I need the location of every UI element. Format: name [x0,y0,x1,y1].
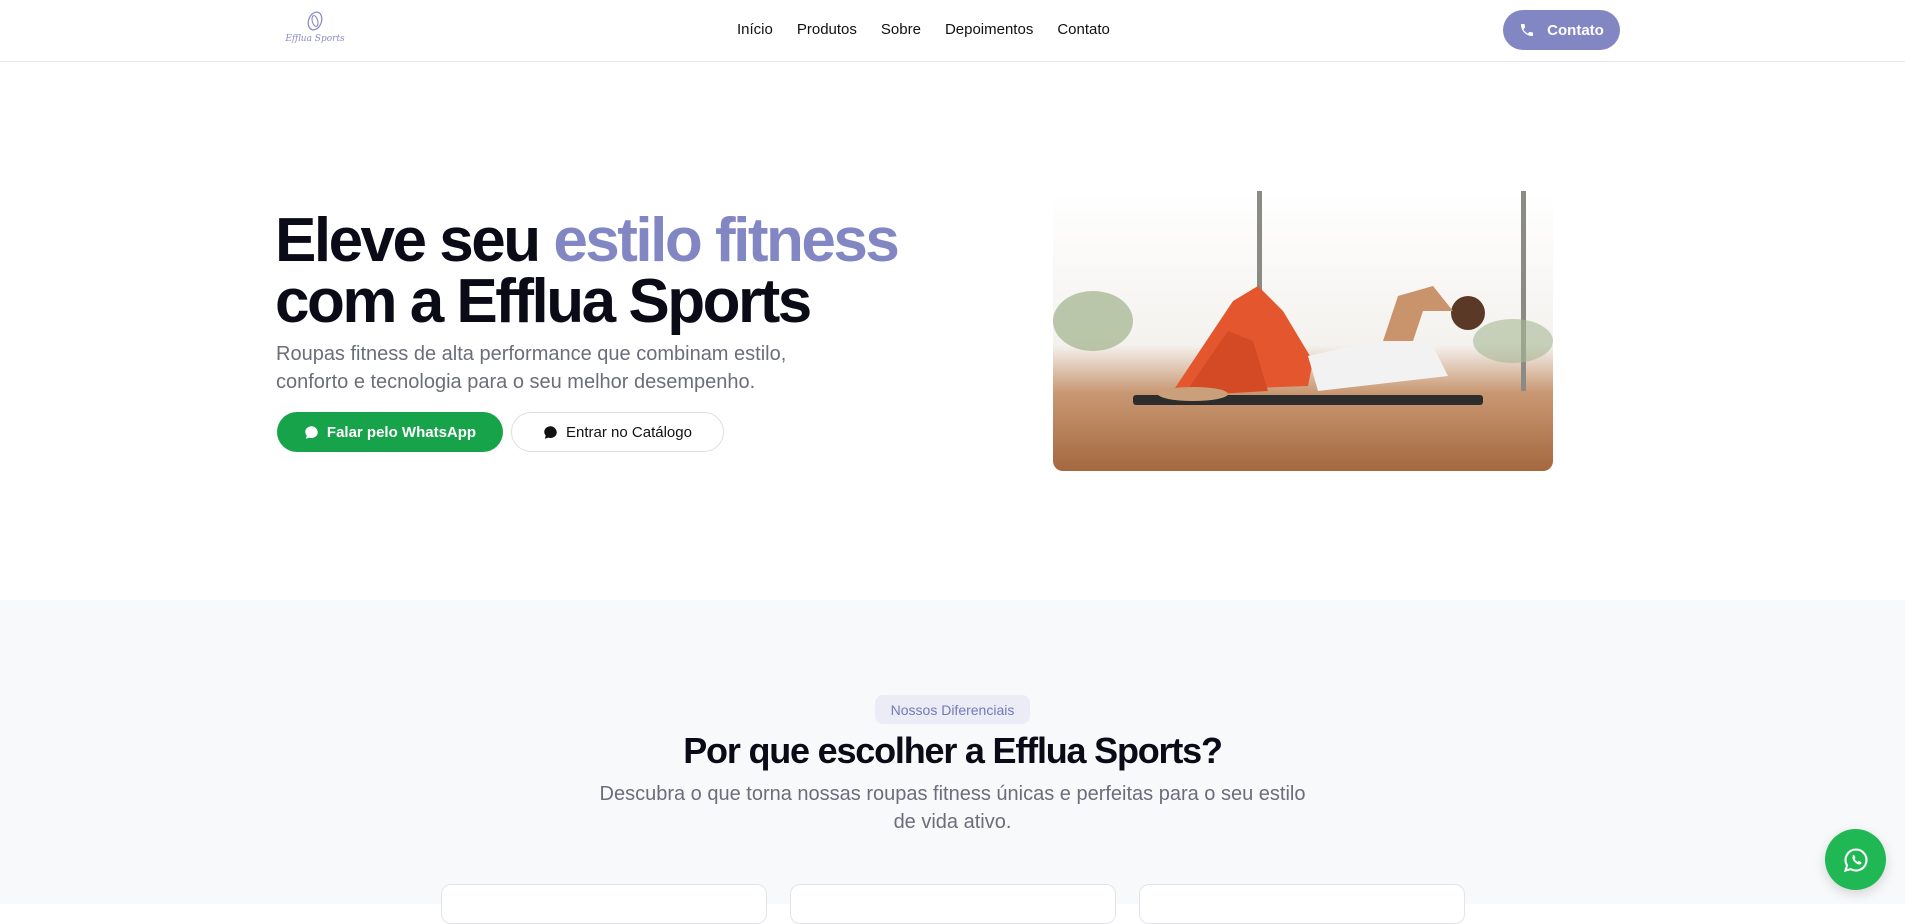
nav-link-contato[interactable]: Contato [1057,21,1110,38]
hero-image [1053,191,1553,471]
catalog-button[interactable]: Entrar no Catálogo [511,412,724,452]
nav-link-produtos[interactable]: Produtos [797,21,857,38]
chat-bubble-icon [305,425,318,439]
whatsapp-float-button[interactable] [1825,829,1886,890]
whatsapp-button-label: Falar pelo WhatsApp [326,423,477,441]
catalog-button-label: Entrar no Catálogo [566,423,692,441]
logo-text: Efflua Sports [285,34,345,44]
feature-card [790,884,1116,924]
chat-bubble-icon [544,425,557,439]
nav-link-depoimentos[interactable]: Depoimentos [945,21,1033,38]
hero-title: Eleve seu estilo fitness com a Efflua Sp… [275,210,900,333]
contact-button[interactable]: Contato [1503,10,1620,50]
nav-link-sobre[interactable]: Sobre [881,21,921,38]
hero-title-part2: com a Efflua Sports [275,267,812,336]
logo[interactable]: Efflua Sports [285,10,345,52]
logo-icon [307,11,323,31]
contact-button-label: Contato [1547,21,1604,39]
features-title: Por que escolher a Efflua Sports? [683,730,1223,771]
whatsapp-icon [1843,847,1867,872]
navbar: Efflua Sports Início Produtos Sobre Depo… [0,0,1905,62]
features-subtitle: Descubra o que torna nossas roupas fitne… [599,783,1306,833]
phone-icon [1521,24,1534,36]
features-badge: Nossos Diferenciais [875,695,1030,724]
hero-subtitle: Roupas fitness de alta performance que c… [276,343,787,393]
feature-card [441,884,767,924]
hero-title-part1: Eleve seu [275,206,554,275]
feature-card [1139,884,1465,924]
nav-link-inicio[interactable]: Início [737,21,773,38]
main-nav: Início Produtos Sobre Depoimentos Contat… [737,21,1110,38]
whatsapp-button[interactable]: Falar pelo WhatsApp [277,412,503,452]
hero-title-accent: estilo fitness [553,206,900,275]
